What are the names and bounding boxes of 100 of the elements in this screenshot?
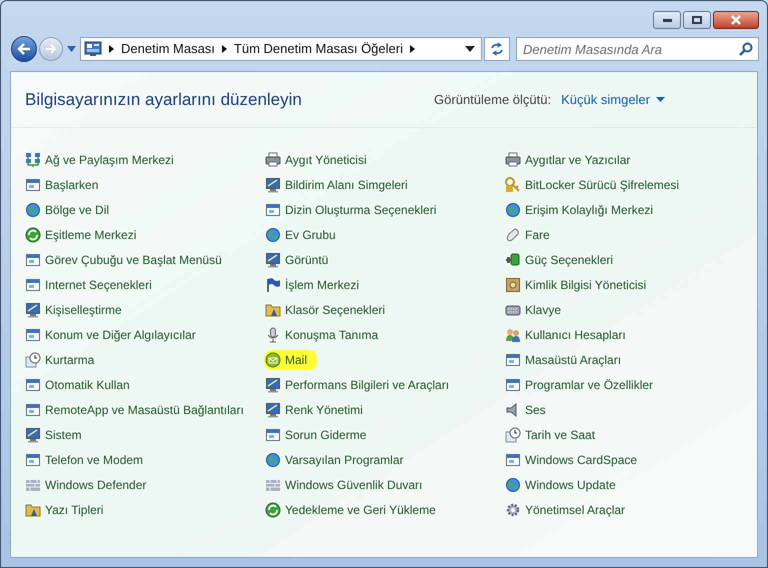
globe-icon xyxy=(505,477,521,493)
applet-link[interactable]: Tarih ve Saat xyxy=(505,425,596,445)
applet-link[interactable]: Görüntü xyxy=(265,250,328,270)
applet-link[interactable]: Windows CardSpace xyxy=(505,450,638,470)
applet-link[interactable]: Sorun Giderme xyxy=(265,425,366,445)
microphone-icon xyxy=(265,327,281,343)
refresh-icon xyxy=(491,42,503,56)
forward-arrow-icon xyxy=(45,44,56,54)
control-panel-icon xyxy=(84,41,102,57)
back-button[interactable] xyxy=(11,36,37,62)
applet-link[interactable]: Yedekleme ve Geri Yükleme xyxy=(265,500,436,520)
close-button[interactable] xyxy=(713,11,759,29)
applet-link[interactable]: Windows Defender xyxy=(25,475,146,495)
breadcrumb-arrow-icon[interactable] xyxy=(222,45,227,53)
applet-link[interactable]: Aygıt Yöneticisi xyxy=(265,150,367,170)
applet-link[interactable]: Görev Çubuğu ve Başlat Menüsü xyxy=(25,250,222,270)
safe-icon xyxy=(505,277,521,293)
page-heading: Bilgisayarınızın ayarlarını düzenleyin xyxy=(25,88,302,111)
applet-link[interactable]: Klasör Seçenekleri xyxy=(265,300,386,320)
applet-link[interactable]: Aygıtlar ve Yazıcılar xyxy=(505,150,630,170)
window-icon xyxy=(25,252,41,268)
clock-icon xyxy=(505,427,521,443)
view-by-label: Görüntüleme ölçütü: xyxy=(434,90,552,109)
applet-link[interactable]: Bildirim Alanı Simgeleri xyxy=(265,175,408,195)
applet-link[interactable]: Renk Yönetimi xyxy=(265,400,363,420)
applet-link[interactable]: Kurtarma xyxy=(25,350,94,370)
applet-link[interactable]: Windows Update xyxy=(505,475,616,495)
applet-link[interactable]: Eşitleme Merkezi xyxy=(25,225,136,245)
applet-link[interactable]: BitLocker Sürücü Şifrelemesi xyxy=(505,175,680,195)
applet-link[interactable]: Programlar ve Özellikler xyxy=(505,375,654,395)
window-icon xyxy=(265,202,281,218)
folder-icon xyxy=(265,302,281,318)
applet-link[interactable]: Konuşma Tanıma xyxy=(265,325,378,345)
monitor-icon xyxy=(265,252,281,268)
window-icon xyxy=(265,427,281,443)
breadcrumb[interactable]: Tüm Denetim Masası Öğeleri xyxy=(234,39,403,59)
brick-wall-icon xyxy=(265,477,281,493)
applet-link[interactable]: Dizin Oluşturma Seçenekleri xyxy=(265,200,436,220)
plug-icon xyxy=(505,252,521,268)
applet-link[interactable]: Windows Güvenlik Duvarı xyxy=(265,475,422,495)
applet-link[interactable]: Yazı Tipleri xyxy=(25,500,104,520)
applet-link[interactable]: Ağ ve Paylaşım Merkezi xyxy=(25,150,174,170)
applet-link[interactable]: Mail xyxy=(264,350,318,370)
folder-icon xyxy=(25,502,41,518)
search-field[interactable]: Denetim Masasında Ara xyxy=(516,37,759,61)
applet-link[interactable]: Yönetimsel Araçlar xyxy=(505,500,626,520)
applet-link[interactable]: Ev Grubu xyxy=(265,225,336,245)
address-bar[interactable]: Denetim Masası Tüm Denetim Masası Öğeleri xyxy=(80,37,482,61)
globe-icon xyxy=(25,202,41,218)
applet-link[interactable]: Kimlik Bilgisi Yöneticisi xyxy=(505,275,646,295)
applet-link[interactable]: Bölge ve Dil xyxy=(25,200,110,220)
monitor-icon xyxy=(25,302,41,318)
monitor-icon xyxy=(265,377,281,393)
breadcrumb-arrow-icon[interactable] xyxy=(109,45,114,53)
maximize-button[interactable] xyxy=(683,11,711,29)
applet-link[interactable]: Başlarken xyxy=(25,175,98,195)
applet-link[interactable]: Masaüstü Araçları xyxy=(505,350,622,370)
applet-link[interactable]: Kullanıcı Hesapları xyxy=(505,325,626,345)
applet-link[interactable]: Konum ve Diğer Algılayıcılar xyxy=(25,325,196,345)
globe-icon xyxy=(505,202,521,218)
applet-link[interactable]: Otomatik Kullan xyxy=(25,375,130,395)
printer-icon xyxy=(505,152,521,168)
printer-icon xyxy=(265,152,281,168)
close-icon xyxy=(730,15,742,25)
applet-link[interactable]: RemoteApp ve Masaüstü Bağlantıları xyxy=(25,400,244,420)
window-icon xyxy=(25,277,41,293)
clock-icon xyxy=(25,352,41,368)
dropdown-arrow-icon[interactable] xyxy=(465,46,475,52)
applet-link[interactable]: Klavye xyxy=(505,300,562,320)
applet-link[interactable]: Kişiselleştirme xyxy=(25,300,122,320)
envelope-icon xyxy=(265,352,281,368)
applet-link[interactable]: Varsayılan Programlar xyxy=(265,450,404,470)
monitor-icon xyxy=(265,177,281,193)
key-icon xyxy=(505,177,521,193)
applet-link[interactable]: Internet Seçenekleri xyxy=(25,275,152,295)
applet-link[interactable]: Ses xyxy=(505,400,546,420)
window-icon xyxy=(25,452,41,468)
applet-link[interactable]: Fare xyxy=(505,225,550,245)
window-icon xyxy=(25,177,41,193)
applet-link[interactable]: Performans Bilgileri ve Araçları xyxy=(265,375,450,395)
applet-link[interactable]: Sistem xyxy=(25,425,82,445)
minimize-button[interactable] xyxy=(653,11,681,29)
window-icon xyxy=(25,327,41,343)
applet-link[interactable]: İşlem Merkezi xyxy=(265,275,360,295)
network-icon xyxy=(25,152,41,168)
view-by-dropdown[interactable]: Küçük simgeler xyxy=(561,90,665,110)
breadcrumb[interactable]: Denetim Masası xyxy=(121,39,215,59)
applet-link[interactable]: Erişim Kolaylığı Merkezi xyxy=(505,200,654,220)
globe-icon xyxy=(265,227,281,243)
sync-icon xyxy=(265,502,281,518)
monitor-icon xyxy=(265,402,281,418)
window-icon xyxy=(25,377,41,393)
refresh-button[interactable] xyxy=(484,37,510,61)
applet-link[interactable]: Güç Seçenekleri xyxy=(505,250,614,270)
breadcrumb-arrow-icon[interactable] xyxy=(410,45,415,53)
applet-link[interactable]: Telefon ve Modem xyxy=(25,450,144,470)
window-icon xyxy=(505,352,521,368)
search-icon[interactable] xyxy=(739,42,753,56)
dropdown-arrow-icon xyxy=(656,97,665,102)
gear-icon xyxy=(505,502,521,518)
